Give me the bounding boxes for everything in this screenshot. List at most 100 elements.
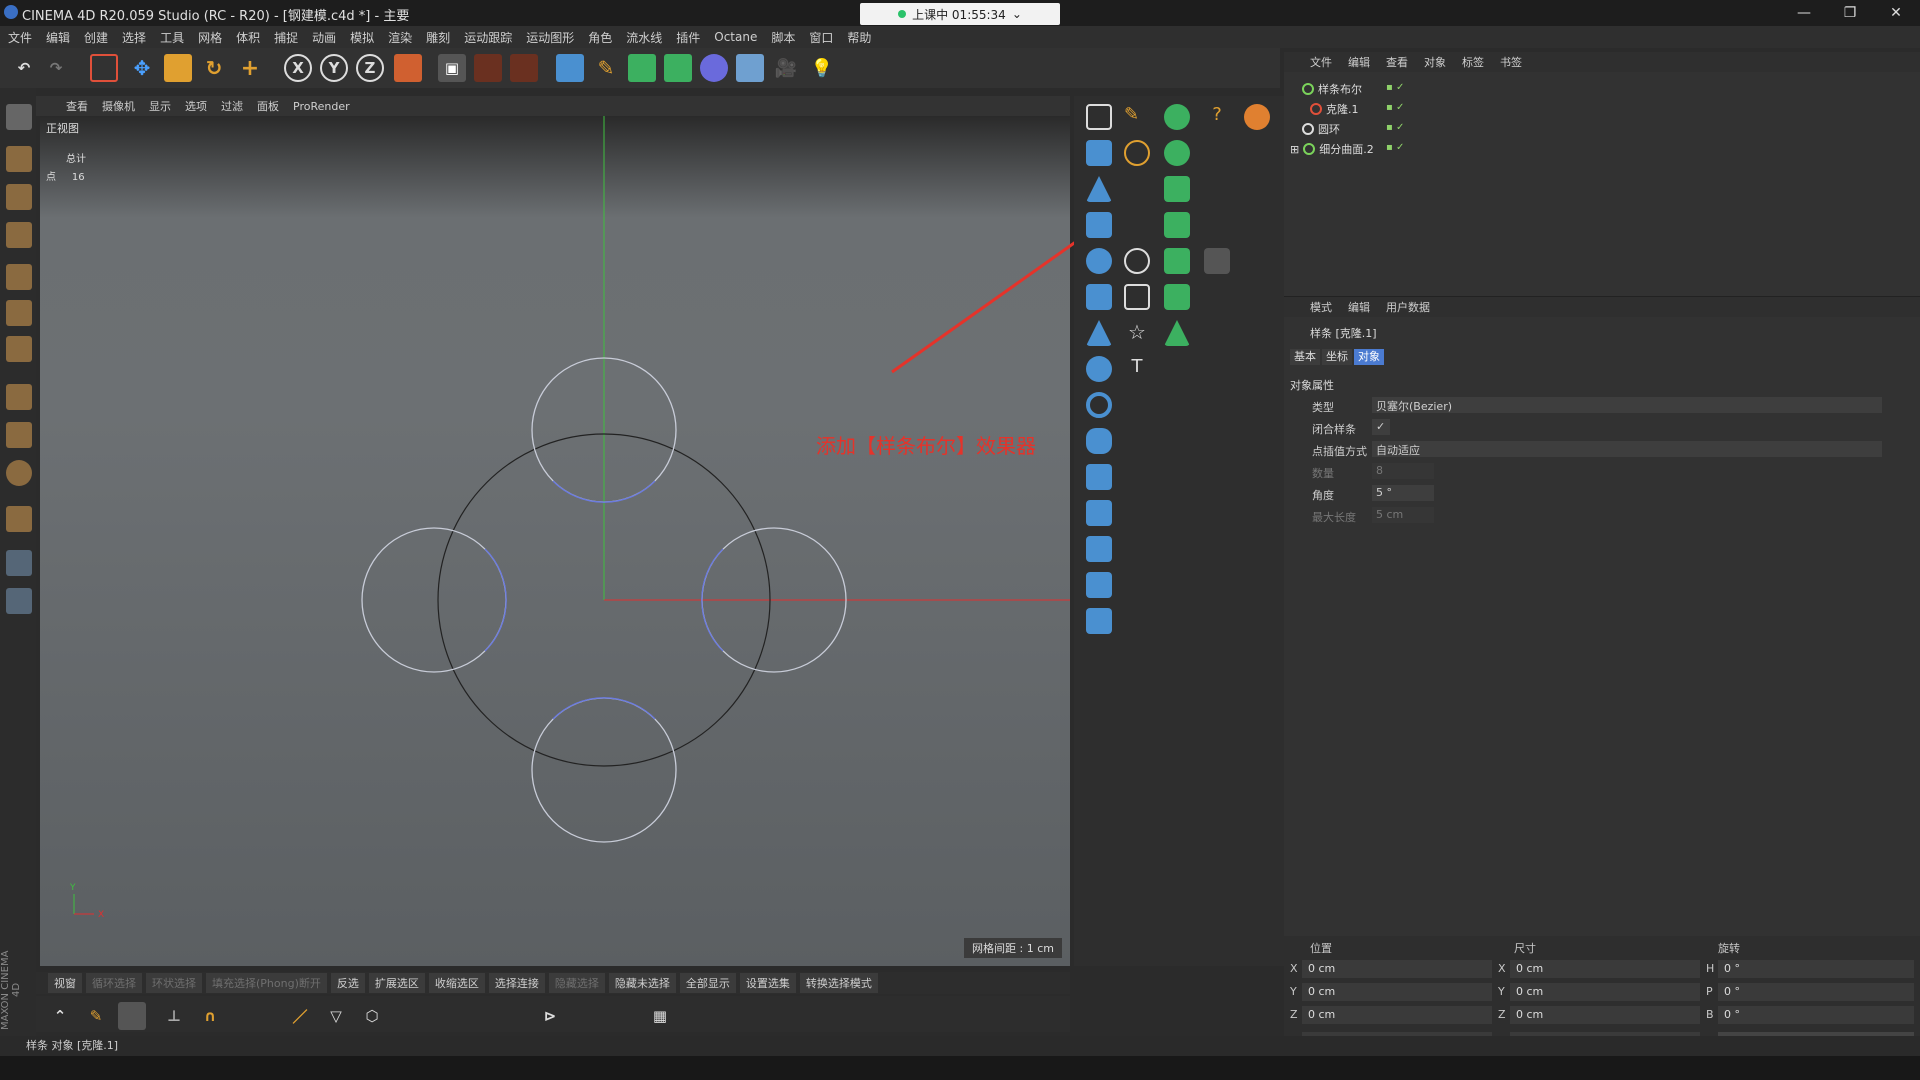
tab-basic[interactable]: 基本 (1290, 349, 1320, 365)
extrude-tool-icon[interactable]: ⊥ (160, 1002, 188, 1030)
object-row-subdivision[interactable]: ⊞ 细分曲面.2 (1290, 140, 1400, 158)
menu-render[interactable]: 渲染 (388, 29, 412, 46)
subdivision-surface-icon[interactable] (628, 54, 656, 82)
am-menu-mode[interactable]: 模式 (1310, 299, 1332, 315)
bevel-icon[interactable]: ▽ (322, 1002, 350, 1030)
make-editable-icon[interactable] (6, 104, 32, 130)
menu-file[interactable]: 文件 (8, 29, 32, 46)
transform-tool-icon[interactable]: + (236, 54, 264, 82)
btn-hide-selected[interactable]: 隐藏选择 (548, 973, 605, 993)
brush-icon[interactable]: ✎ (82, 1002, 110, 1030)
light-icon[interactable]: 💡 (808, 54, 836, 82)
capsule-icon[interactable] (1086, 428, 1112, 454)
workplane-icon[interactable] (6, 222, 32, 248)
rectangle-spline-icon[interactable] (1124, 284, 1150, 310)
maximize-button[interactable]: ❐ (1830, 2, 1870, 24)
menu-tools[interactable]: 工具 (160, 29, 184, 46)
menu-mesh[interactable]: 网格 (198, 29, 222, 46)
render-picture-viewer-icon[interactable] (474, 54, 502, 82)
menu-help[interactable]: 帮助 (847, 29, 871, 46)
viewport-menu-camera[interactable]: 摄像机 (102, 98, 135, 114)
viewport-menu-options[interactable]: 选项 (185, 98, 207, 114)
pos-x-field[interactable]: 0 cm (1302, 960, 1492, 978)
rotate-tool-icon[interactable]: ↻ (200, 54, 228, 82)
pyramid-icon[interactable] (1086, 320, 1112, 346)
y-axis-lock-icon[interactable]: Y (320, 54, 348, 82)
am-menu-user-data[interactable]: 用户数据 (1386, 299, 1430, 315)
pos-z-field[interactable]: 0 cm (1302, 1006, 1492, 1024)
cube-primitive-icon[interactable] (556, 54, 584, 82)
rot-h-field[interactable]: 0 ° (1718, 960, 1914, 978)
axis-mode-icon[interactable] (6, 384, 32, 410)
spline-boolean-icon[interactable] (1164, 320, 1190, 346)
render-settings-icon[interactable] (510, 54, 538, 82)
pen-spline-icon[interactable]: ✎ (592, 54, 620, 82)
menu-script[interactable]: 脚本 (771, 29, 795, 46)
help-icon[interactable]: ? (1204, 104, 1230, 130)
undo-icon[interactable]: ↶ (10, 54, 38, 82)
tweak-mode-icon[interactable] (6, 422, 32, 448)
minimize-button[interactable]: — (1784, 2, 1824, 24)
visibility-toggle-icon[interactable]: ▪ ✓ (1386, 142, 1404, 153)
cone-icon[interactable] (1086, 176, 1112, 202)
model-mode-icon[interactable] (6, 146, 32, 172)
cylinder-icon[interactable] (1086, 212, 1112, 238)
menu-simulate[interactable]: 模拟 (350, 29, 374, 46)
menu-window[interactable]: 窗口 (809, 29, 833, 46)
prop-angle-field[interactable]: 5 ° (1372, 485, 1434, 501)
line-cut-icon[interactable]: ⌃ (46, 1002, 74, 1030)
bezier-icon[interactable] (1164, 284, 1190, 310)
btn-grow-selection[interactable]: 扩展选区 (368, 973, 425, 993)
z-axis-lock-icon[interactable]: Z (356, 54, 384, 82)
om-menu-file[interactable]: 文件 (1310, 54, 1332, 70)
mirror-icon[interactable]: ⊳ (536, 1002, 564, 1030)
size-x-field[interactable]: 0 cm (1510, 960, 1700, 978)
magnet-tool-icon[interactable]: ∩ (196, 1002, 224, 1030)
floor-icon[interactable] (736, 54, 764, 82)
deformer-icon[interactable] (700, 54, 728, 82)
snap-icon[interactable] (6, 460, 32, 486)
visibility-toggle-icon[interactable]: ▪ ✓ (1386, 122, 1404, 133)
prop-number-field[interactable]: 8 (1372, 463, 1434, 479)
points-mode-icon[interactable] (6, 264, 32, 290)
pos-y-field[interactable]: 0 cm (1302, 983, 1492, 1001)
redo-icon[interactable]: ↷ (42, 54, 70, 82)
figure-icon[interactable] (1086, 536, 1112, 562)
sketch-icon[interactable] (1124, 140, 1150, 166)
viewport-menu-prorender[interactable]: ProRender (293, 100, 350, 113)
camera-icon[interactable]: 🎥 (772, 54, 800, 82)
btn-fill-select[interactable]: 填充选择(Phong)断开 (206, 973, 327, 993)
magnet-icon[interactable] (6, 506, 32, 532)
size-y-field[interactable]: 0 cm (1510, 983, 1700, 1001)
star-spline-icon[interactable]: ☆ (1124, 320, 1150, 346)
btn-shrink-selection[interactable]: 收缩选区 (428, 973, 485, 993)
scale-tool-icon[interactable] (164, 54, 192, 82)
viewport-menu-filter[interactable]: 过滤 (221, 98, 243, 114)
oil-tank-icon[interactable] (1086, 464, 1112, 490)
tab-coordinates[interactable]: 坐标 (1322, 349, 1352, 365)
sweep-icon[interactable] (1164, 248, 1190, 274)
menu-animate[interactable]: 动画 (312, 29, 336, 46)
close-button[interactable]: ✕ (1876, 2, 1916, 24)
cloner-icon[interactable] (664, 54, 692, 82)
loft-icon[interactable] (1164, 212, 1190, 238)
om-menu-tags[interactable]: 标签 (1462, 54, 1484, 70)
btn-set-selection[interactable]: 设置选集 (739, 973, 796, 993)
rot-b-field[interactable]: 0 ° (1718, 1006, 1914, 1024)
rot-p-field[interactable]: 0 ° (1718, 983, 1914, 1001)
btn-unhide-all[interactable]: 全部显示 (679, 973, 736, 993)
text-spline-icon[interactable]: T (1124, 356, 1150, 382)
grid-snap-icon[interactable] (6, 588, 32, 614)
iron-icon[interactable] (118, 1002, 146, 1030)
om-menu-objects[interactable]: 对象 (1424, 54, 1446, 70)
tab-object[interactable]: 对象 (1354, 349, 1384, 365)
texture-mode-icon[interactable] (6, 184, 32, 210)
lathe-icon[interactable] (1164, 176, 1190, 202)
torus-icon[interactable] (1086, 392, 1112, 418)
weld-icon[interactable]: ▦ (646, 1002, 674, 1030)
menu-character[interactable]: 角色 (588, 29, 612, 46)
clone-spline-icon[interactable] (1244, 104, 1270, 130)
btn-viewport[interactable]: 视窗 (48, 973, 82, 993)
select-tool-icon[interactable] (90, 54, 118, 82)
viewport-front[interactable]: 正视图 总计 点 16 Y X 网格间距 : 1 cm (40, 116, 1070, 966)
